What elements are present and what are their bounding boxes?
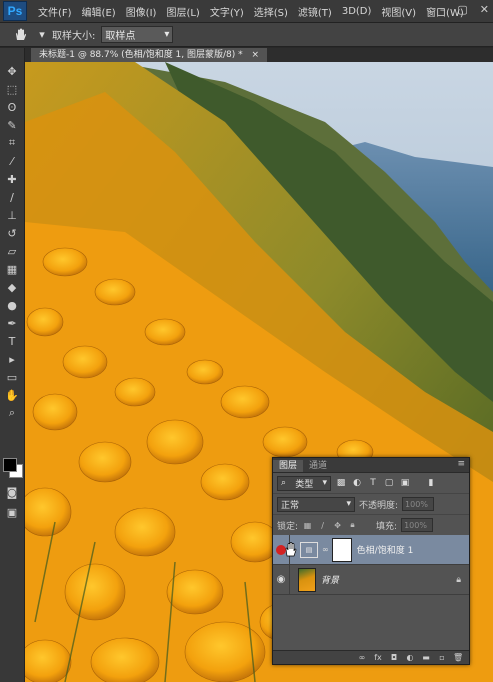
- close-document-icon[interactable]: ×: [252, 50, 260, 60]
- link-icon[interactable]: ∞: [322, 545, 329, 554]
- lasso-tool-icon[interactable]: ʘ: [0, 98, 24, 116]
- quick-select-tool-icon[interactable]: ✎: [0, 116, 24, 134]
- type-filter-icon[interactable]: T: [367, 477, 379, 489]
- brush-tool-icon[interactable]: ∕: [0, 188, 24, 206]
- maximize-button[interactable]: ▢: [457, 3, 467, 16]
- mask-icon[interactable]: ◘: [389, 653, 399, 662]
- chevron-down-icon: ▾: [322, 478, 327, 488]
- pen-tool-icon[interactable]: ✒: [0, 314, 24, 332]
- sample-size-value: 取样点: [105, 31, 136, 42]
- gradient-tool-icon[interactable]: ▦: [0, 260, 24, 278]
- lock-transparent-icon[interactable]: ▦: [302, 520, 313, 531]
- type-tool-icon[interactable]: T: [0, 332, 24, 350]
- fill-label: 填充:: [376, 521, 398, 532]
- photoshop-logo: Ps: [3, 1, 27, 21]
- close-window-button[interactable]: ✕: [480, 3, 489, 16]
- layers-panel-footer: ∞ fx ◘ ◐ ▬ ▫ 🗑︎: [273, 650, 469, 664]
- menu-filter[interactable]: 滤镜(T): [293, 4, 337, 19]
- layer-row-hue-saturation[interactable]: ▤ ∞ 色相/饱和度 1: [273, 534, 469, 565]
- options-bar: ▾ 取样大小: 取样点 ▾: [0, 23, 493, 47]
- crop-tool-icon[interactable]: ⌗: [0, 134, 24, 152]
- menu-file[interactable]: 文件(F): [33, 4, 77, 19]
- eraser-tool-icon[interactable]: ▱: [0, 242, 24, 260]
- filter-toggle-icon[interactable]: ▮: [425, 477, 437, 489]
- filter-row: ⌕ 类型 ▾ ▩ ◐ T ▢ ▣ ▮: [273, 473, 469, 494]
- mouse-cursor-icon: [283, 541, 297, 560]
- menu-bar: Ps 文件(F) 编辑(E) 图像(I) 图层(L) 文字(Y) 选择(S) 滤…: [0, 0, 493, 23]
- lock-row: 锁定: ▦ ∕ ✥ 🔒︎ 填充: 100%: [273, 515, 469, 536]
- chevron-down-icon: ▾: [346, 499, 351, 509]
- menu-view[interactable]: 视图(V): [376, 4, 421, 19]
- opacity-label: 不透明度:: [359, 500, 399, 511]
- filter-kind-value: 类型: [295, 479, 314, 490]
- marquee-tool-icon[interactable]: ⬚: [0, 80, 24, 98]
- lock-icon: 🔒︎: [456, 574, 461, 585]
- menu-layer[interactable]: 图层(L): [161, 4, 204, 19]
- fx-icon[interactable]: fx: [373, 653, 383, 662]
- document-title: 未标题-1 @ 88.7% (色相/饱和度 1, 图层蒙版/8) *: [39, 50, 243, 60]
- adjustment-layer-icon: ▤: [300, 541, 318, 558]
- quick-mask-icon[interactable]: ◙: [0, 483, 24, 501]
- link-icon[interactable]: ∞: [357, 653, 367, 662]
- foreground-color-swatch[interactable]: [3, 458, 17, 472]
- trash-icon[interactable]: 🗑︎: [453, 653, 463, 662]
- menu-3d[interactable]: 3D(D): [337, 6, 377, 17]
- document-tab[interactable]: 未标题-1 @ 88.7% (色相/饱和度 1, 图层蒙版/8) * ×: [31, 48, 268, 62]
- path-select-tool-icon[interactable]: ▸: [0, 350, 24, 368]
- new-layer-icon[interactable]: ▫: [437, 653, 447, 662]
- adjustment-filter-icon[interactable]: ◐: [351, 477, 363, 489]
- zoom-tool-icon[interactable]: ⌕: [0, 404, 24, 422]
- panel-menu-icon[interactable]: ≡: [457, 459, 465, 469]
- hand-tool-preset-icon[interactable]: [10, 26, 32, 44]
- chevron-down-icon: ▾: [164, 29, 170, 40]
- menu-type[interactable]: 文字(Y): [205, 4, 249, 19]
- menu-image[interactable]: 图像(I): [121, 4, 162, 19]
- dodge-tool-icon[interactable]: ●: [0, 296, 24, 314]
- blend-row: 正常 ▾ 不透明度: 100%: [273, 494, 469, 515]
- rectangle-tool-icon[interactable]: ▭: [0, 368, 24, 386]
- layers-panel-tabs: 图层 通道 ≡: [273, 458, 469, 473]
- menu-edit[interactable]: 编辑(E): [77, 4, 121, 19]
- lock-position-icon[interactable]: ✥: [332, 520, 343, 531]
- fill-input[interactable]: 100%: [401, 518, 434, 532]
- folder-icon[interactable]: ▬: [421, 653, 431, 662]
- filter-kind-select[interactable]: ⌕ 类型 ▾: [277, 475, 331, 491]
- layer-row-background[interactable]: ◉ 背景 🔒︎: [273, 564, 469, 595]
- lock-label: 锁定:: [277, 521, 299, 532]
- history-brush-tool-icon[interactable]: ↺: [0, 224, 24, 242]
- clone-stamp-tool-icon[interactable]: ⊥: [0, 206, 24, 224]
- layer-name[interactable]: 背景: [321, 573, 339, 586]
- eyedropper-tool-icon[interactable]: ⁄: [0, 152, 24, 170]
- sample-size-label: 取样大小:: [52, 31, 96, 42]
- document-tab-bar: 未标题-1 @ 88.7% (色相/饱和度 1, 图层蒙版/8) * ×: [25, 48, 493, 62]
- lock-all-icon[interactable]: 🔒︎: [347, 520, 358, 531]
- screen-mode-icon[interactable]: ▣: [0, 503, 24, 521]
- shape-filter-icon[interactable]: ▢: [383, 477, 395, 489]
- lock-pixels-icon[interactable]: ∕: [317, 520, 328, 531]
- pixel-filter-icon[interactable]: ▩: [335, 477, 347, 489]
- layer-mask-thumbnail[interactable]: [331, 537, 352, 562]
- menu-select[interactable]: 选择(S): [249, 4, 293, 19]
- layer-name[interactable]: 色相/饱和度 1: [357, 543, 414, 556]
- sample-size-select[interactable]: 取样点 ▾: [101, 26, 174, 43]
- hand-tool-icon[interactable]: ✋: [0, 386, 24, 404]
- adjustment-icon[interactable]: ◐: [405, 653, 415, 662]
- search-icon: ⌕: [281, 478, 287, 488]
- blur-tool-icon[interactable]: ◆: [0, 278, 24, 296]
- background-thumbnail[interactable]: [298, 567, 316, 592]
- dropdown-arrow-icon[interactable]: ▾: [38, 26, 46, 44]
- eye-icon[interactable]: ◉: [273, 564, 290, 595]
- minimize-button[interactable]: –: [440, 3, 446, 16]
- tab-channels[interactable]: 通道: [303, 460, 333, 472]
- move-tool-icon[interactable]: ✥: [0, 62, 24, 80]
- blend-mode-value: 正常: [281, 500, 300, 511]
- opacity-input[interactable]: 100%: [402, 497, 435, 511]
- blend-mode-select[interactable]: 正常 ▾: [277, 496, 355, 512]
- healing-brush-tool-icon[interactable]: ✚: [0, 170, 24, 188]
- tools-panel: ✥ ⬚ ʘ ✎ ⌗ ⁄ ✚ ∕ ⊥ ↺ ▱ ▦ ◆ ● ✒ T ▸ ▭ ✋ ⌕ …: [0, 48, 25, 682]
- layers-list: ▤ ∞ 色相/饱和度 1 ◉ 背景 🔒︎: [273, 534, 469, 645]
- layers-panel: 图层 通道 ≡ ⌕ 类型 ▾ ▩ ◐ T ▢ ▣ ▮ 正常 ▾ 不透明度: 10…: [272, 457, 470, 665]
- smart-object-filter-icon[interactable]: ▣: [399, 477, 411, 489]
- tab-layers[interactable]: 图层: [273, 460, 304, 472]
